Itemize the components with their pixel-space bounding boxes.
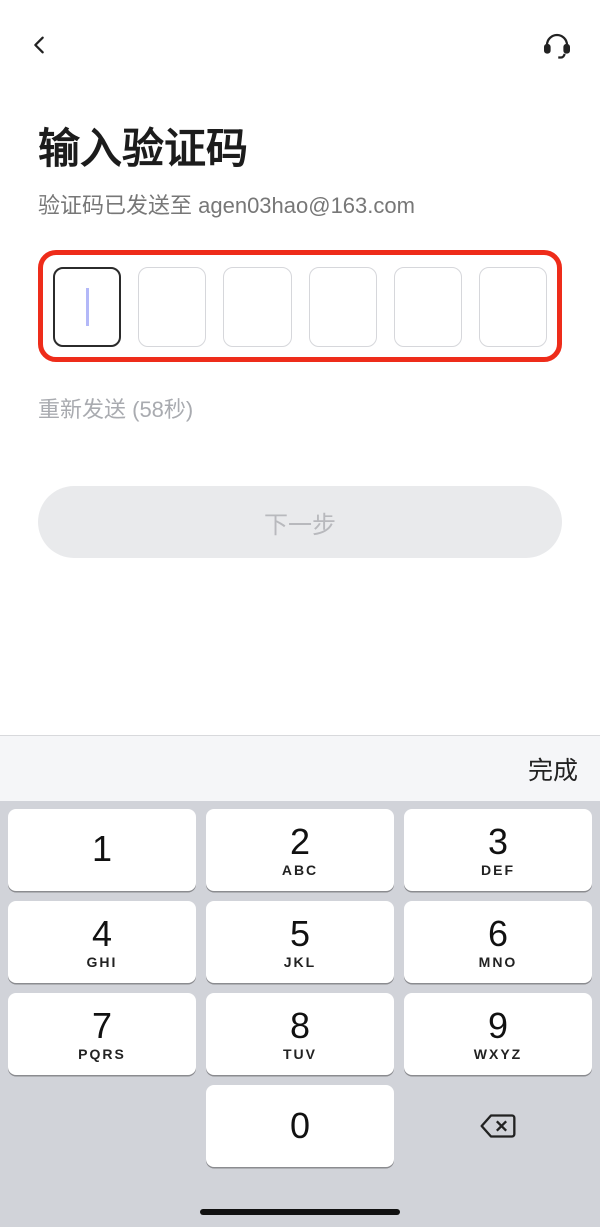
key-8[interactable]: 8TUV	[206, 993, 394, 1075]
page-subtitle: 验证码已发送至 agen03hao@163.com	[38, 188, 562, 220]
keyboard-done-button[interactable]: 完成	[528, 751, 578, 787]
code-input-highlight	[38, 250, 562, 362]
back-button[interactable]	[28, 30, 50, 65]
key-blank	[8, 1085, 196, 1167]
key-7[interactable]: 7PQRS	[8, 993, 196, 1075]
main-content: 输入验证码 验证码已发送至 agen03hao@163.com 重新发送 (58…	[0, 75, 600, 558]
key-3[interactable]: 3DEF	[404, 809, 592, 891]
code-box-1[interactable]	[53, 267, 121, 347]
home-indicator[interactable]	[200, 1209, 400, 1215]
resend-label: 重新发送 (58秒)	[38, 392, 562, 424]
key-5[interactable]: 5JKL	[206, 901, 394, 983]
code-box-5[interactable]	[394, 267, 462, 347]
page-title: 输入验证码	[38, 115, 562, 176]
key-4[interactable]: 4GHI	[8, 901, 196, 983]
subtitle-email: agen03hao@163.com	[198, 193, 415, 218]
key-2[interactable]: 2ABC	[206, 809, 394, 891]
keyboard-area: 完成 1 2ABC 3DEF 4GHI 5JKL 6MNO 7PQRS 8TUV…	[0, 735, 600, 1227]
chevron-left-icon	[28, 30, 50, 60]
code-box-3[interactable]	[223, 267, 291, 347]
code-input-group[interactable]	[53, 267, 547, 347]
key-0[interactable]: 0	[206, 1085, 394, 1167]
next-button[interactable]: 下一步	[38, 486, 562, 558]
headset-icon	[542, 30, 572, 60]
key-backspace[interactable]	[404, 1085, 592, 1167]
subtitle-prefix: 验证码已发送至	[38, 193, 198, 218]
key-9[interactable]: 9WXYZ	[404, 993, 592, 1075]
code-box-6[interactable]	[479, 267, 547, 347]
numeric-keyboard: 1 2ABC 3DEF 4GHI 5JKL 6MNO 7PQRS 8TUV 9W…	[0, 801, 600, 1227]
backspace-icon	[479, 1112, 517, 1140]
code-box-4[interactable]	[309, 267, 377, 347]
keyboard-toolbar: 完成	[0, 735, 600, 801]
text-cursor	[86, 288, 89, 326]
key-1[interactable]: 1	[8, 809, 196, 891]
code-box-2[interactable]	[138, 267, 206, 347]
key-6[interactable]: 6MNO	[404, 901, 592, 983]
support-button[interactable]	[542, 30, 572, 65]
header	[0, 0, 600, 75]
